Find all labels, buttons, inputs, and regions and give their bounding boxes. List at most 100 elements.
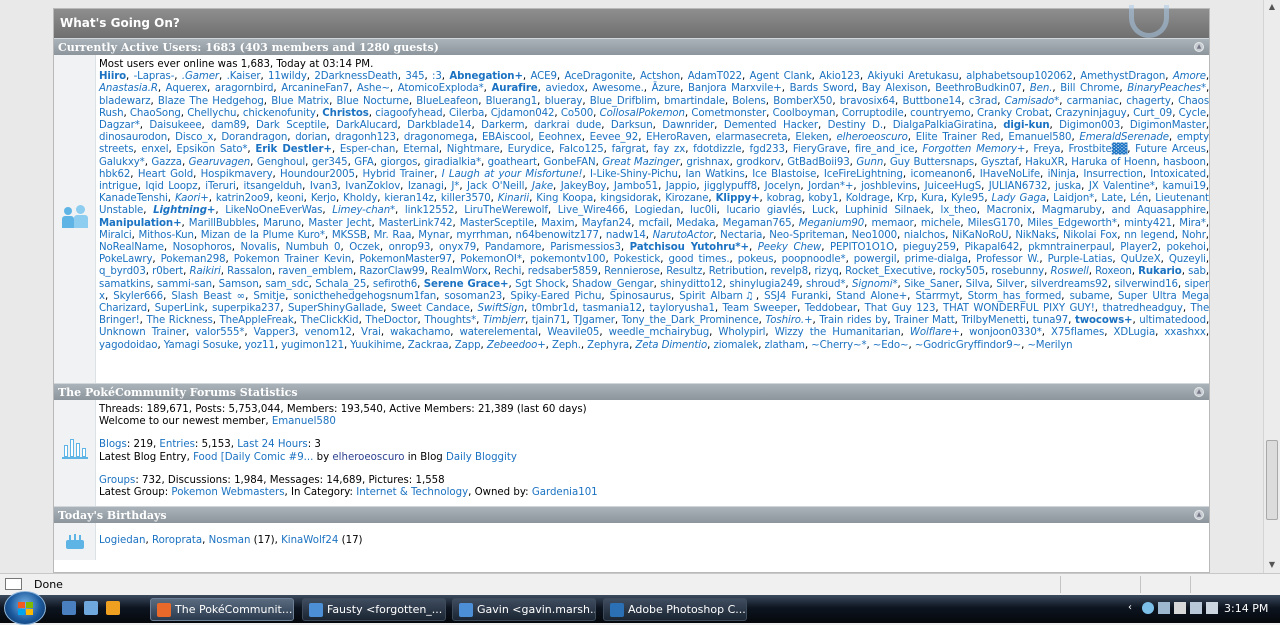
user-link[interactable]: Gysztaf xyxy=(981,157,1019,168)
user-link[interactable]: Āzure xyxy=(652,83,681,94)
user-link[interactable]: XDLugia xyxy=(1113,327,1155,338)
user-link[interactable]: ziomalek xyxy=(713,340,758,351)
user-link[interactable]: Player2 xyxy=(1120,242,1158,253)
user-link[interactable]: Team Sweeper xyxy=(722,303,797,314)
user-link[interactable]: Patchisou Yutohru*+ xyxy=(630,242,749,253)
user-link[interactable]: Megaman765 xyxy=(723,218,792,229)
latest-entry-blog-link[interactable]: Daily Bloggity xyxy=(446,452,517,463)
user-link[interactable]: Laidjon* xyxy=(1053,193,1094,204)
user-link[interactable]: Darkblade14 xyxy=(407,120,471,131)
birthday-user-link[interactable]: KinaWolf24 xyxy=(281,535,338,546)
user-link[interactable]: AdamT022 xyxy=(688,71,742,82)
user-link[interactable]: elarmasecreta xyxy=(716,132,788,143)
user-link[interactable]: Eternal xyxy=(403,144,439,155)
user-link[interactable]: superpika237 xyxy=(212,303,280,314)
user-link[interactable]: Miles_Edgeworth* xyxy=(1027,218,1117,229)
user-link[interactable]: Emanuel580 xyxy=(1008,132,1071,143)
user-link[interactable]: ~Merilyn xyxy=(1027,340,1072,351)
user-link[interactable]: FieryGrave xyxy=(793,144,847,155)
user-link[interactable]: .Kaiser xyxy=(227,71,261,82)
user-link[interactable]: samatkins xyxy=(99,279,150,290)
user-link[interactable]: raven_emblem xyxy=(278,266,353,277)
tray-people-icon[interactable] xyxy=(1142,602,1154,614)
taskbar-button[interactable]: Gavin <gavin.marsh... xyxy=(452,598,596,621)
user-link[interactable]: 11wildy xyxy=(268,71,307,82)
user-link[interactable]: Ivan3 xyxy=(310,181,338,192)
latest-group-link[interactable]: Pokemon Webmasters xyxy=(171,487,284,498)
user-link[interactable]: Eleken xyxy=(795,132,828,143)
user-link[interactable]: digi-kun xyxy=(1003,120,1049,131)
user-link[interactable]: PEPITO1O1O xyxy=(830,242,894,253)
user-link[interactable]: Hybrid Trainer xyxy=(362,169,434,180)
user-link[interactable]: countryemo xyxy=(910,108,970,119)
user-link[interactable]: JX Valentine* xyxy=(1089,181,1155,192)
user-link[interactable]: RazorClaw99 xyxy=(359,266,424,277)
user-link[interactable]: waterelemental xyxy=(460,327,539,338)
user-link[interactable]: Blaze The Hedgehog xyxy=(158,96,264,107)
user-link[interactable]: Mayfan24 xyxy=(582,218,632,229)
scroll-down-icon[interactable]: ▼ xyxy=(1267,560,1277,569)
user-link[interactable]: Rennierose xyxy=(604,266,660,277)
user-link[interactable]: sab xyxy=(1188,266,1206,277)
user-link[interactable]: Sike_Saner xyxy=(904,279,959,290)
user-link[interactable]: grodkorv xyxy=(736,157,780,168)
user-link[interactable]: Ian Watkins xyxy=(685,169,744,180)
user-link[interactable]: Gunn xyxy=(856,157,883,168)
quick-launch-icon[interactable] xyxy=(84,601,98,615)
user-link[interactable]: NiKaNoRoU xyxy=(952,230,1009,241)
user-link[interactable]: Roxeon xyxy=(1095,266,1132,277)
user-link[interactable]: Kaori+ xyxy=(175,193,209,204)
user-link[interactable]: THAT WONDERFUL PIXY GUY! xyxy=(943,303,1095,314)
user-link[interactable]: prime-dialga xyxy=(905,254,968,265)
user-link[interactable]: thatredheadguy xyxy=(1102,303,1182,314)
user-link[interactable]: bladewarz xyxy=(99,96,151,107)
user-link[interactable]: King Koopa xyxy=(536,193,593,204)
user-link[interactable]: ~GodricGryffindor9~ xyxy=(915,340,1021,351)
user-link[interactable]: Master Jecht xyxy=(308,218,371,229)
user-link[interactable]: Haruka of Hoenn xyxy=(1071,157,1156,168)
user-link[interactable]: Neo-Spriteman xyxy=(769,230,845,241)
user-link[interactable]: DigimonMaster xyxy=(1130,120,1206,131)
user-link[interactable]: koby1 xyxy=(808,193,838,204)
user-link[interactable]: Dorandragon xyxy=(221,132,287,143)
user-link[interactable]: sefiroth6 xyxy=(373,279,417,290)
user-link[interactable]: Chellychu xyxy=(187,108,236,119)
user-link[interactable]: dragonomega xyxy=(404,132,474,143)
user-link[interactable]: Parismessios3 xyxy=(550,242,621,253)
user-link[interactable]: NarutoActor xyxy=(653,230,714,241)
collapse-icon[interactable]: ▲ xyxy=(1194,510,1204,520)
user-link[interactable]: GonbeFAN xyxy=(544,157,596,168)
user-link[interactable]: link12552 xyxy=(405,205,455,216)
user-link[interactable]: fay zx xyxy=(654,144,686,155)
user-link[interactable]: pokemontv100 xyxy=(530,254,605,265)
user-link[interactable]: Starrmyt xyxy=(915,291,959,302)
user-link[interactable]: Live_Wire466 xyxy=(558,205,625,216)
user-link[interactable]: IvanZoklov xyxy=(345,181,400,192)
user-link[interactable]: kobrag xyxy=(767,193,802,204)
user-link[interactable]: Limey-chan* xyxy=(332,205,395,216)
user-link[interactable]: Hospikmavery xyxy=(201,169,273,180)
user-link[interactable]: Meganium90 xyxy=(799,218,865,229)
user-link[interactable]: Koldrage xyxy=(846,193,890,204)
tray-app-icon[interactable] xyxy=(1190,602,1202,614)
user-link[interactable]: BomberX50 xyxy=(773,96,832,107)
user-link[interactable]: chagerty xyxy=(1126,96,1171,107)
user-link[interactable]: Resultz xyxy=(666,266,702,277)
scrollbar-thumb[interactable] xyxy=(1266,440,1278,520)
user-link[interactable]: Forgotten Memory+ xyxy=(922,144,1025,155)
user-link[interactable]: Mira* xyxy=(1179,218,1206,229)
user-link[interactable]: t0mbr1d xyxy=(532,303,575,314)
user-link[interactable]: Maxim xyxy=(541,218,574,229)
user-link[interactable]: ArcanineFan7 xyxy=(281,83,349,94)
latest-group-owner-link[interactable]: Gardenia101 xyxy=(532,487,598,498)
user-link[interactable]: rosebunny xyxy=(991,266,1044,277)
user-link[interactable]: Bill Chrome xyxy=(1060,83,1119,94)
user-link[interactable]: icomeanon6 xyxy=(910,169,972,180)
user-link[interactable]: Spiky-Eared Pichu xyxy=(510,291,601,302)
user-link[interactable]: AceDragonite xyxy=(564,71,632,82)
user-link[interactable]: xxashxx xyxy=(1164,327,1206,338)
user-link[interactable]: and Aquasapphire xyxy=(1112,205,1206,216)
user-link[interactable]: Abnegation+ xyxy=(449,71,523,82)
user-link[interactable]: Professor W. xyxy=(976,254,1039,265)
user-link[interactable]: silverwind16 xyxy=(1115,279,1178,290)
